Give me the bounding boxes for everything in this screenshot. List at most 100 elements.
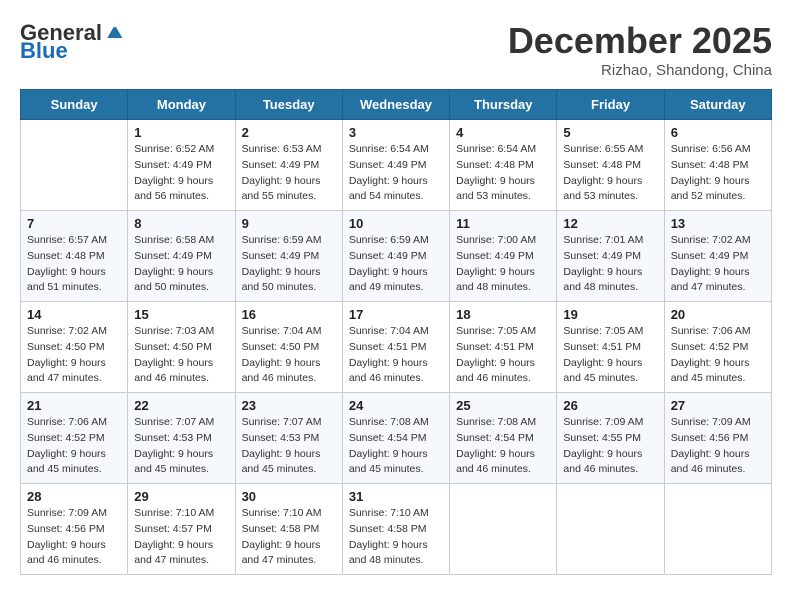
day-number: 24 <box>349 398 443 413</box>
day-info: Sunrise: 7:08 AMSunset: 4:54 PMDaylight:… <box>456 415 550 478</box>
page-header: General Blue December 2025 Rizhao, Shand… <box>20 20 772 79</box>
calendar-cell: 4 Sunrise: 6:54 AMSunset: 4:48 PMDaylight… <box>450 120 557 211</box>
day-number: 30 <box>242 489 336 504</box>
calendar-cell: 29 Sunrise: 7:10 AMSunset: 4:57 PMDayligh… <box>128 484 235 575</box>
calendar-cell: 16 Sunrise: 7:04 AMSunset: 4:50 PMDayligh… <box>235 302 342 393</box>
day-info: Sunrise: 7:02 AMSunset: 4:50 PMDaylight:… <box>27 324 121 387</box>
day-info: Sunrise: 6:55 AMSunset: 4:48 PMDaylight:… <box>563 142 657 205</box>
day-info: Sunrise: 7:09 AMSunset: 4:56 PMDaylight:… <box>671 415 765 478</box>
calendar-cell: 21 Sunrise: 7:06 AMSunset: 4:52 PMDayligh… <box>21 393 128 484</box>
day-number: 27 <box>671 398 765 413</box>
calendar-cell: 11 Sunrise: 7:00 AMSunset: 4:49 PMDayligh… <box>450 211 557 302</box>
week-row-4: 21 Sunrise: 7:06 AMSunset: 4:52 PMDayligh… <box>21 393 772 484</box>
day-number: 2 <box>242 125 336 140</box>
day-info: Sunrise: 7:10 AMSunset: 4:58 PMDaylight:… <box>349 506 443 569</box>
calendar-cell: 13Sunrise: 7:02 AMSunset: 4:49 PMDayligh… <box>664 211 771 302</box>
title-section: December 2025 Rizhao, Shandong, China <box>508 20 772 79</box>
day-number: 19 <box>563 307 657 322</box>
calendar-cell: 20 Sunrise: 7:06 AMSunset: 4:52 PMDayligh… <box>664 302 771 393</box>
day-info: Sunrise: 7:05 AMSunset: 4:51 PMDaylight:… <box>563 324 657 387</box>
calendar-cell: 15 Sunrise: 7:03 AMSunset: 4:50 PMDayligh… <box>128 302 235 393</box>
day-info: Sunrise: 6:52 AMSunset: 4:49 PMDaylight:… <box>134 142 228 205</box>
day-number: 15 <box>134 307 228 322</box>
day-number: 14 <box>27 307 121 322</box>
calendar-cell: 25Sunrise: 7:08 AMSunset: 4:54 PMDayligh… <box>450 393 557 484</box>
day-info: Sunrise: 6:56 AMSunset: 4:48 PMDaylight:… <box>671 142 765 205</box>
day-info: Sunrise: 7:02 AMSunset: 4:49 PMDaylight:… <box>671 233 765 296</box>
day-info: Sunrise: 7:07 AMSunset: 4:53 PMDaylight:… <box>134 415 228 478</box>
day-number: 21 <box>27 398 121 413</box>
day-number: 20 <box>671 307 765 322</box>
day-info: Sunrise: 7:04 AMSunset: 4:51 PMDaylight:… <box>349 324 443 387</box>
day-number: 28 <box>27 489 121 504</box>
day-info: Sunrise: 7:06 AMSunset: 4:52 PMDaylight:… <box>27 415 121 478</box>
calendar-cell: 26 Sunrise: 7:09 AMSunset: 4:55 PMDayligh… <box>557 393 664 484</box>
week-row-2: 7Sunrise: 6:57 AMSunset: 4:48 PMDaylight… <box>21 211 772 302</box>
calendar-cell: 7Sunrise: 6:57 AMSunset: 4:48 PMDaylight… <box>21 211 128 302</box>
weekday-header-tuesday: Tuesday <box>235 90 342 120</box>
calendar-cell: 2 Sunrise: 6:53 AMSunset: 4:49 PMDaylight… <box>235 120 342 211</box>
day-number: 31 <box>349 489 443 504</box>
calendar-cell: 6 Sunrise: 6:56 AMSunset: 4:48 PMDaylight… <box>664 120 771 211</box>
weekday-header-friday: Friday <box>557 90 664 120</box>
day-info: Sunrise: 7:09 AMSunset: 4:55 PMDaylight:… <box>563 415 657 478</box>
calendar-cell: 14 Sunrise: 7:02 AMSunset: 4:50 PMDayligh… <box>21 302 128 393</box>
week-row-5: 28 Sunrise: 7:09 AMSunset: 4:56 PMDayligh… <box>21 484 772 575</box>
day-info: Sunrise: 7:04 AMSunset: 4:50 PMDaylight:… <box>242 324 336 387</box>
calendar-cell: 3 Sunrise: 6:54 AMSunset: 4:49 PMDaylight… <box>342 120 449 211</box>
day-info: Sunrise: 7:06 AMSunset: 4:52 PMDaylight:… <box>671 324 765 387</box>
day-info: Sunrise: 7:08 AMSunset: 4:54 PMDaylight:… <box>349 415 443 478</box>
calendar-cell: 9 Sunrise: 6:59 AMSunset: 4:49 PMDaylight… <box>235 211 342 302</box>
day-info: Sunrise: 7:09 AMSunset: 4:56 PMDaylight:… <box>27 506 121 569</box>
calendar-cell: 10Sunrise: 6:59 AMSunset: 4:49 PMDayligh… <box>342 211 449 302</box>
month-title: December 2025 <box>508 20 772 62</box>
calendar-cell <box>664 484 771 575</box>
calendar-cell: 24 Sunrise: 7:08 AMSunset: 4:54 PMDayligh… <box>342 393 449 484</box>
weekday-header-row: SundayMondayTuesdayWednesdayThursdayFrid… <box>21 90 772 120</box>
day-number: 1 <box>134 125 228 140</box>
day-info: Sunrise: 6:54 AMSunset: 4:49 PMDaylight:… <box>349 142 443 205</box>
calendar-cell: 31 Sunrise: 7:10 AMSunset: 4:58 PMDayligh… <box>342 484 449 575</box>
day-number: 7 <box>27 216 121 231</box>
calendar-cell: 23Sunrise: 7:07 AMSunset: 4:53 PMDayligh… <box>235 393 342 484</box>
day-number: 4 <box>456 125 550 140</box>
day-number: 12 <box>563 216 657 231</box>
calendar-cell: 5 Sunrise: 6:55 AMSunset: 4:48 PMDaylight… <box>557 120 664 211</box>
day-info: Sunrise: 6:59 AMSunset: 4:49 PMDaylight:… <box>242 233 336 296</box>
weekday-header-wednesday: Wednesday <box>342 90 449 120</box>
day-info: Sunrise: 7:03 AMSunset: 4:50 PMDaylight:… <box>134 324 228 387</box>
day-info: Sunrise: 6:53 AMSunset: 4:49 PMDaylight:… <box>242 142 336 205</box>
day-info: Sunrise: 6:54 AMSunset: 4:48 PMDaylight:… <box>456 142 550 205</box>
calendar-cell: 28 Sunrise: 7:09 AMSunset: 4:56 PMDayligh… <box>21 484 128 575</box>
calendar-cell <box>557 484 664 575</box>
calendar-cell: 8Sunrise: 6:58 AMSunset: 4:49 PMDaylight… <box>128 211 235 302</box>
day-number: 18 <box>456 307 550 322</box>
day-number: 29 <box>134 489 228 504</box>
day-info: Sunrise: 7:00 AMSunset: 4:49 PMDaylight:… <box>456 233 550 296</box>
weekday-header-sunday: Sunday <box>21 90 128 120</box>
calendar-cell <box>450 484 557 575</box>
day-number: 3 <box>349 125 443 140</box>
calendar-cell <box>21 120 128 211</box>
day-number: 5 <box>563 125 657 140</box>
calendar-cell: 12 Sunrise: 7:01 AMSunset: 4:49 PMDayligh… <box>557 211 664 302</box>
calendar-cell: 22Sunrise: 7:07 AMSunset: 4:53 PMDayligh… <box>128 393 235 484</box>
weekday-header-saturday: Saturday <box>664 90 771 120</box>
day-info: Sunrise: 7:10 AMSunset: 4:58 PMDaylight:… <box>242 506 336 569</box>
day-info: Sunrise: 7:01 AMSunset: 4:49 PMDaylight:… <box>563 233 657 296</box>
day-number: 26 <box>563 398 657 413</box>
day-number: 17 <box>349 307 443 322</box>
day-number: 6 <box>671 125 765 140</box>
day-number: 8 <box>134 216 228 231</box>
day-number: 11 <box>456 216 550 231</box>
day-info: Sunrise: 7:05 AMSunset: 4:51 PMDaylight:… <box>456 324 550 387</box>
day-number: 23 <box>242 398 336 413</box>
day-number: 16 <box>242 307 336 322</box>
day-info: Sunrise: 7:10 AMSunset: 4:57 PMDaylight:… <box>134 506 228 569</box>
calendar-cell: 27 Sunrise: 7:09 AMSunset: 4:56 PMDayligh… <box>664 393 771 484</box>
week-row-3: 14 Sunrise: 7:02 AMSunset: 4:50 PMDayligh… <box>21 302 772 393</box>
day-number: 9 <box>242 216 336 231</box>
day-number: 10 <box>349 216 443 231</box>
calendar-table: SundayMondayTuesdayWednesdayThursdayFrid… <box>20 89 772 575</box>
location-subtitle: Rizhao, Shandong, China <box>508 62 772 79</box>
